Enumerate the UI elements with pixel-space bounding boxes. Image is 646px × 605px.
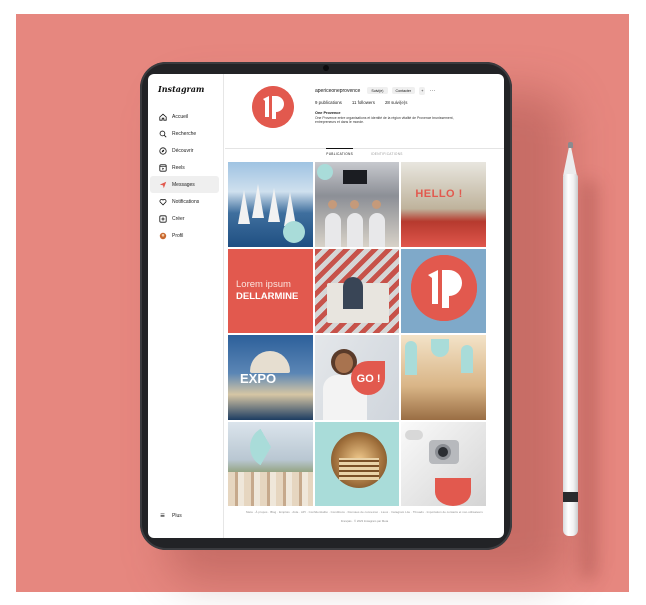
person-graphic <box>346 212 363 247</box>
profile-icon <box>158 231 167 240</box>
sidebar-item-messages[interactable]: Messages <box>150 176 219 193</box>
person-graphic <box>368 212 385 247</box>
town-graphic <box>228 472 313 506</box>
sidebar: Instagram Accueil Recherche Découvrir Re… <box>148 74 224 538</box>
post-text: DELLARMINE <box>236 290 299 302</box>
sidebar-more-label: Plus <box>172 512 182 519</box>
person-graphic <box>324 212 341 247</box>
post-tile[interactable] <box>401 421 486 506</box>
arm-graphic <box>405 429 424 440</box>
sidebar-item-reels[interactable]: Reels <box>150 159 219 176</box>
sidebar-item-notifications[interactable]: Notifications <box>150 193 219 210</box>
heart-icon <box>158 197 167 206</box>
sidebar-item-accueil[interactable]: Accueil <box>150 108 219 125</box>
footer-copyright: Français · © 2023 Instagram par Meta <box>340 519 389 523</box>
post-tile[interactable] <box>228 421 313 506</box>
sidebar-item-label: Reels <box>172 164 185 171</box>
sailboat-graphic <box>238 190 250 224</box>
brand-logo <box>411 254 478 321</box>
brand-shape <box>316 164 333 180</box>
brand-shape <box>461 345 474 373</box>
sidebar-item-decouvrir[interactable]: Découvrir <box>150 142 219 159</box>
sidebar-item-creer[interactable]: Créer <box>150 210 219 227</box>
plus-square-icon <box>158 214 167 223</box>
person-graphic <box>342 276 363 309</box>
stat-publications: 9 publications <box>315 100 342 105</box>
sidebar-item-label: Messages <box>172 181 195 188</box>
add-user-icon[interactable]: + <box>419 86 426 95</box>
bio-text: One Provence entre organisations et iden… <box>315 116 454 125</box>
profile-stats: 9 publications 11 followers 28 suivi(e)s <box>315 100 495 105</box>
pencil-band <box>563 492 578 502</box>
brand-shape <box>282 220 305 243</box>
pencil-shadow <box>580 180 598 580</box>
brand-shape <box>405 341 418 375</box>
follow-button[interactable]: Suivi(e) <box>367 87 388 94</box>
post-text: EXPO <box>240 371 277 386</box>
brand-shape <box>250 425 292 468</box>
building-graphic <box>250 351 290 373</box>
avatar[interactable] <box>252 86 294 128</box>
sailboat-graphic <box>252 184 264 218</box>
sidebar-item-label: Découvrir <box>172 147 194 154</box>
home-icon <box>158 112 167 121</box>
market-photo <box>401 162 486 247</box>
sidebar-item-label: Profil <box>172 232 184 239</box>
camera-dot <box>323 65 329 71</box>
tab-identifications[interactable]: IDENTIFICATIONS <box>371 149 403 158</box>
post-text: HELLO ! <box>415 188 463 200</box>
person-head <box>327 200 337 209</box>
post-tile[interactable]: EXPO <box>228 335 313 420</box>
post-tile[interactable] <box>228 162 313 247</box>
stylus-pencil <box>563 174 578 536</box>
sidebar-item-recherche[interactable]: Recherche <box>150 125 219 142</box>
main-content: apericeoneprovence Suivi(e) Contacter + … <box>225 74 504 538</box>
sidebar-item-label: Recherche <box>172 130 197 137</box>
pencil-nib <box>568 142 573 148</box>
stat-followers[interactable]: 11 followers <box>352 100 375 105</box>
post-tile[interactable] <box>401 248 486 333</box>
profile-info: apericeoneprovence Suivi(e) Contacter + … <box>315 86 495 125</box>
post-text: GO ! <box>356 373 381 385</box>
sidebar-item-label: Créer <box>172 215 185 222</box>
shelves-graphic <box>338 457 379 480</box>
profile-header: apericeoneprovence Suivi(e) Contacter + … <box>243 84 493 144</box>
tablet-device: Instagram Accueil Recherche Découvrir Re… <box>140 62 512 550</box>
compass-icon <box>158 146 167 155</box>
person-head <box>349 200 359 209</box>
reels-icon <box>158 163 167 172</box>
search-icon <box>158 129 167 138</box>
person-head <box>371 200 381 209</box>
menu-icon: ≡ <box>160 510 165 520</box>
post-tile[interactable] <box>401 335 486 420</box>
post-tile[interactable] <box>314 162 400 247</box>
messages-icon <box>158 180 167 189</box>
bio-name: One Provence <box>315 111 341 115</box>
post-tile[interactable] <box>314 248 400 333</box>
post-tile[interactable]: HELLO ! <box>401 162 486 247</box>
tab-publications[interactable]: PUBLICATIONS <box>326 148 354 158</box>
sidebar-item-label: Accueil <box>172 113 189 120</box>
screen-graphic <box>342 170 367 184</box>
sidebar-item-label: Notifications <box>172 198 200 205</box>
brand-shape <box>435 477 472 506</box>
post-tile[interactable]: GO ! <box>314 335 400 420</box>
sidebar-more-button[interactable]: ≡ Plus <box>158 511 182 520</box>
profile-tabs: PUBLICATIONS IDENTIFICATIONS <box>225 148 504 158</box>
lens-graphic <box>435 443 452 460</box>
stat-following[interactable]: 28 suivi(e)s <box>385 100 407 105</box>
post-tile[interactable] <box>314 421 400 506</box>
sidebar-item-profil[interactable]: Profil <box>150 227 219 244</box>
sailboat-graphic <box>268 188 280 222</box>
instagram-logo[interactable]: Instagram <box>148 84 223 94</box>
message-button[interactable]: Contacter <box>391 87 416 94</box>
footer-links[interactable]: Meta · À propos · Blog · Emplois · Aide … <box>225 510 504 514</box>
posts-grid: HELLO ! Lorem ipsum DELLARMINE EXPO GO ! <box>228 162 486 506</box>
post-tile[interactable]: Lorem ipsum DELLARMINE <box>228 248 313 333</box>
post-text: Lorem ipsum <box>236 278 291 290</box>
tablet-screen: Instagram Accueil Recherche Découvrir Re… <box>148 74 504 538</box>
profile-username: apericeoneprovence <box>315 87 361 94</box>
person-head <box>334 353 353 373</box>
more-options-icon[interactable]: ··· <box>429 88 436 94</box>
